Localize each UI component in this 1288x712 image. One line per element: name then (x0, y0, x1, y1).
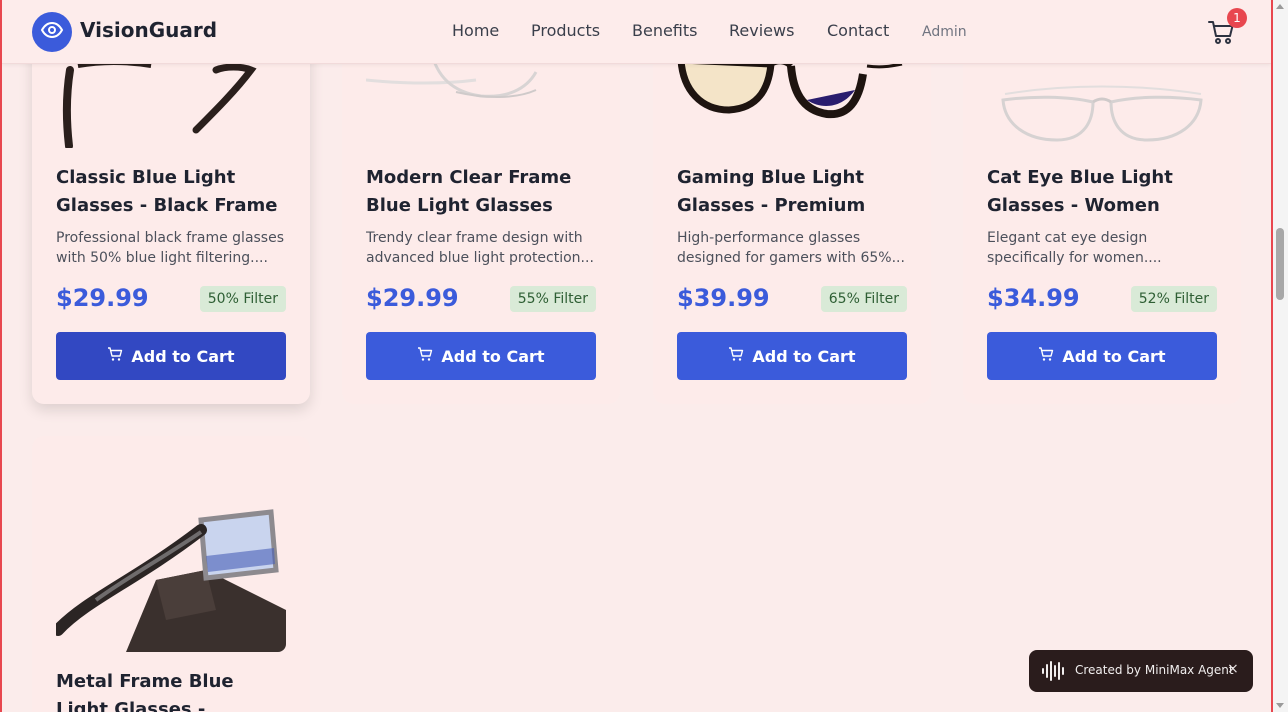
button-label: Add to Cart (441, 346, 545, 366)
add-to-cart-button[interactable]: Add to Cart (987, 332, 1217, 380)
scroll-up-arrow-icon[interactable] (1276, 4, 1284, 9)
add-to-cart-button[interactable]: Add to Cart (56, 332, 286, 380)
button-label: Add to Cart (1062, 346, 1166, 366)
logo[interactable] (32, 12, 72, 52)
cart-count-badge: 1 (1227, 8, 1247, 28)
add-to-cart-button[interactable]: Add to Cart (677, 332, 907, 380)
nav-products[interactable]: Products (531, 21, 600, 40)
toast-text: Created by MiniMax Agent (1075, 663, 1234, 677)
nav-admin[interactable]: Admin (922, 24, 967, 40)
product-title[interactable]: Gaming Blue Light Glasses - Premium (677, 164, 913, 220)
button-label: Add to Cart (752, 346, 856, 366)
product-price: $29.99 (56, 284, 149, 312)
filter-badge: 55% Filter (509, 286, 596, 312)
cart-icon (417, 346, 433, 366)
nav-contact[interactable]: Contact (827, 21, 889, 40)
product-description: Elegant cat eye design specifically for … (987, 230, 1162, 266)
cart-icon (728, 346, 744, 366)
scroll-down-arrow-icon[interactable] (1276, 703, 1284, 708)
eye-icon (40, 18, 64, 46)
shopping-cart-icon (1208, 21, 1234, 50)
add-to-cart-button[interactable]: Add to Cart (366, 332, 596, 380)
product-price: $29.99 (366, 284, 459, 312)
created-by-toast: Created by MiniMax Agent × (1029, 650, 1253, 692)
cart-icon (1038, 346, 1054, 366)
window-border-right (1271, 0, 1273, 712)
product-description: Trendy clear frame design with advanced … (366, 230, 594, 266)
audio-wave-icon (1041, 660, 1067, 686)
nav-reviews[interactable]: Reviews (729, 21, 794, 40)
product-price: $34.99 (987, 284, 1080, 312)
filter-badge: 52% Filter (1130, 286, 1217, 312)
cart-icon (107, 346, 123, 366)
product-title[interactable]: Cat Eye Blue Light Glasses - Women (987, 164, 1223, 220)
product-description: High-performance glasses designed for ga… (677, 230, 905, 266)
button-label: Add to Cart (131, 346, 235, 366)
nav-benefits[interactable]: Benefits (632, 21, 698, 40)
product-title[interactable]: Metal Frame Blue Light Glasses - (56, 668, 292, 712)
window-border-left (0, 0, 2, 712)
site-header: VisionGuard Home Products Benefits Revie… (2, 0, 1271, 64)
brand-name[interactable]: VisionGuard (80, 18, 217, 42)
product-description: Professional black frame glasses with 50… (56, 230, 285, 266)
scrollbar-thumb[interactable] (1276, 228, 1284, 300)
product-title[interactable]: Classic Blue Light Glasses - Black Frame (56, 164, 292, 220)
filter-badge: 65% Filter (820, 286, 907, 312)
product-title[interactable]: Modern Clear Frame Blue Light Glasses (366, 164, 602, 220)
vertical-scrollbar[interactable] (1273, 0, 1288, 712)
filter-badge: 50% Filter (199, 286, 286, 312)
nav-home[interactable]: Home (452, 21, 499, 40)
product-image[interactable] (56, 460, 286, 652)
product-card[interactable]: Metal Frame Blue Light Glasses - (32, 436, 310, 712)
close-icon[interactable]: × (1227, 661, 1239, 677)
product-price: $39.99 (677, 284, 770, 312)
